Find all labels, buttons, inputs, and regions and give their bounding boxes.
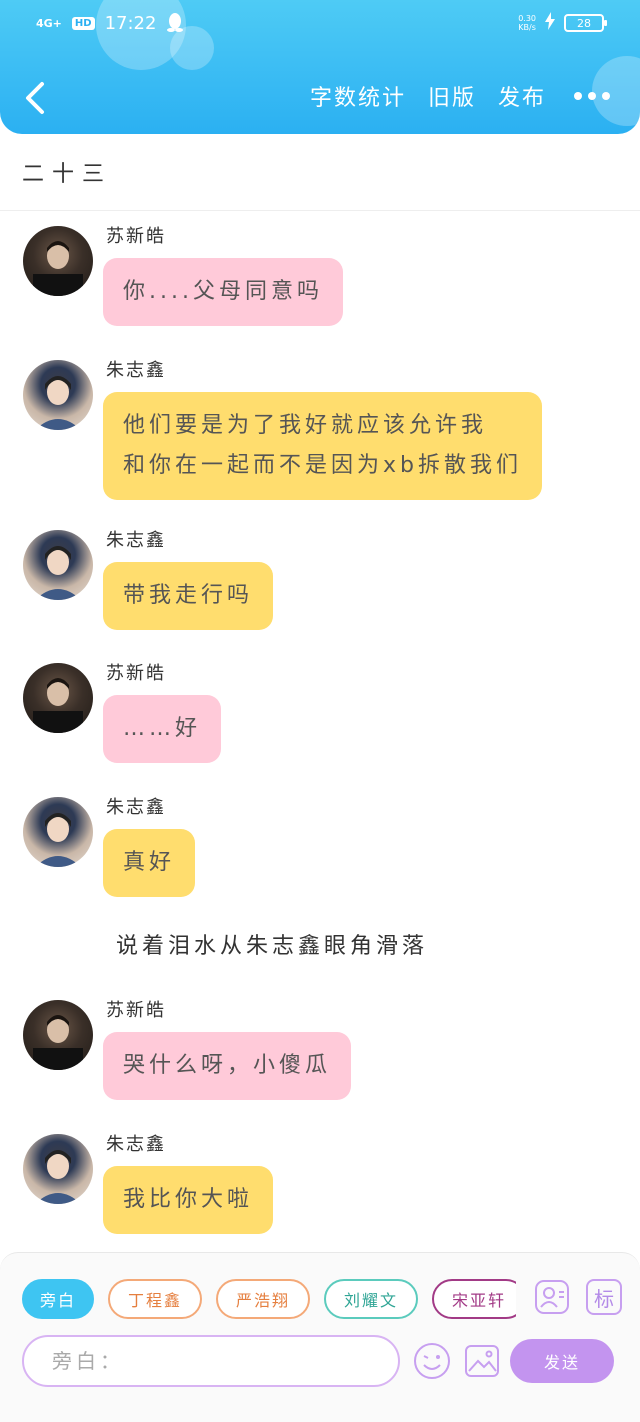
role-chip[interactable]: 刘耀文 [324, 1279, 418, 1319]
role-chip[interactable]: 丁程鑫 [108, 1279, 202, 1319]
avatar[interactable] [23, 797, 93, 867]
nav-bar: 字数统计 旧版 发布 [0, 72, 640, 124]
hd-badge: HD [71, 17, 95, 30]
mark-button[interactable]: 标 [586, 1279, 622, 1315]
message-bubble[interactable]: 我比你大啦 [103, 1166, 274, 1234]
top-header: 4G+ HD 17:22 0.30 KB/s 28 字数统计 旧版 发布 [0, 0, 640, 134]
status-bar: 4G+ HD 17:22 0.30 KB/s 28 [0, 0, 640, 50]
publish-button[interactable]: 发布 [498, 80, 546, 112]
message-bubble[interactable]: 真好 [103, 829, 196, 897]
message-bubble[interactable]: 哭什么呀，小傻瓜 [103, 1032, 352, 1100]
message-input[interactable] [22, 1335, 400, 1387]
composer-bar: 旁白 丁程鑫 严浩翔 刘耀文 宋亚轩 标 发送 [0, 1252, 640, 1422]
old-version-button[interactable]: 旧版 [428, 80, 476, 112]
network-indicator: 4G+ [36, 17, 62, 30]
charging-icon [544, 12, 556, 34]
status-time: 17:22 [104, 13, 157, 34]
sender-name: 朱志鑫 [106, 530, 166, 551]
avatar[interactable] [23, 663, 93, 733]
role-manage-icon[interactable] [534, 1279, 570, 1315]
role-chip-narration[interactable]: 旁白 [22, 1279, 94, 1319]
sender-name: 朱志鑫 [106, 797, 166, 818]
emoji-icon[interactable] [412, 1341, 452, 1381]
sender-name: 朱志鑫 [106, 1134, 166, 1155]
role-chip[interactable]: 宋亚轩 [432, 1279, 516, 1319]
message-bubble[interactable]: 你....父母同意吗 [103, 258, 343, 326]
back-icon[interactable] [20, 78, 54, 118]
avatar[interactable] [23, 360, 93, 430]
avatar[interactable] [23, 530, 93, 600]
sender-name: 朱志鑫 [106, 360, 166, 381]
sender-name: 苏新皓 [106, 663, 166, 684]
message-bubble[interactable]: 他们要是为了我好就应该允许我 和你在一起而不是因为xb拆散我们 [103, 392, 542, 500]
word-count-button[interactable]: 字数统计 [310, 80, 406, 112]
net-speed: 0.30 KB/s [518, 14, 536, 32]
role-chip-list: 旁白 丁程鑫 严浩翔 刘耀文 宋亚轩 [22, 1279, 516, 1321]
role-chip[interactable]: 严浩翔 [216, 1279, 310, 1319]
more-icon[interactable] [574, 81, 610, 111]
avatar[interactable] [23, 1000, 93, 1070]
send-button[interactable]: 发送 [510, 1339, 614, 1383]
qq-icon [166, 12, 184, 35]
message-bubble[interactable]: 带我走行吗 [103, 562, 274, 630]
avatar[interactable] [23, 226, 93, 296]
narration-text[interactable]: 说着泪水从朱志鑫眼角滑落 [116, 928, 428, 960]
divider [0, 210, 640, 211]
image-icon[interactable] [462, 1341, 502, 1381]
avatar[interactable] [23, 1134, 93, 1204]
message-bubble[interactable]: ……好 [103, 695, 222, 763]
sender-name: 苏新皓 [106, 1000, 166, 1021]
battery-icon: 28 [564, 14, 607, 32]
chapter-title[interactable]: 二十三 [22, 156, 112, 188]
sender-name: 苏新皓 [106, 226, 166, 247]
